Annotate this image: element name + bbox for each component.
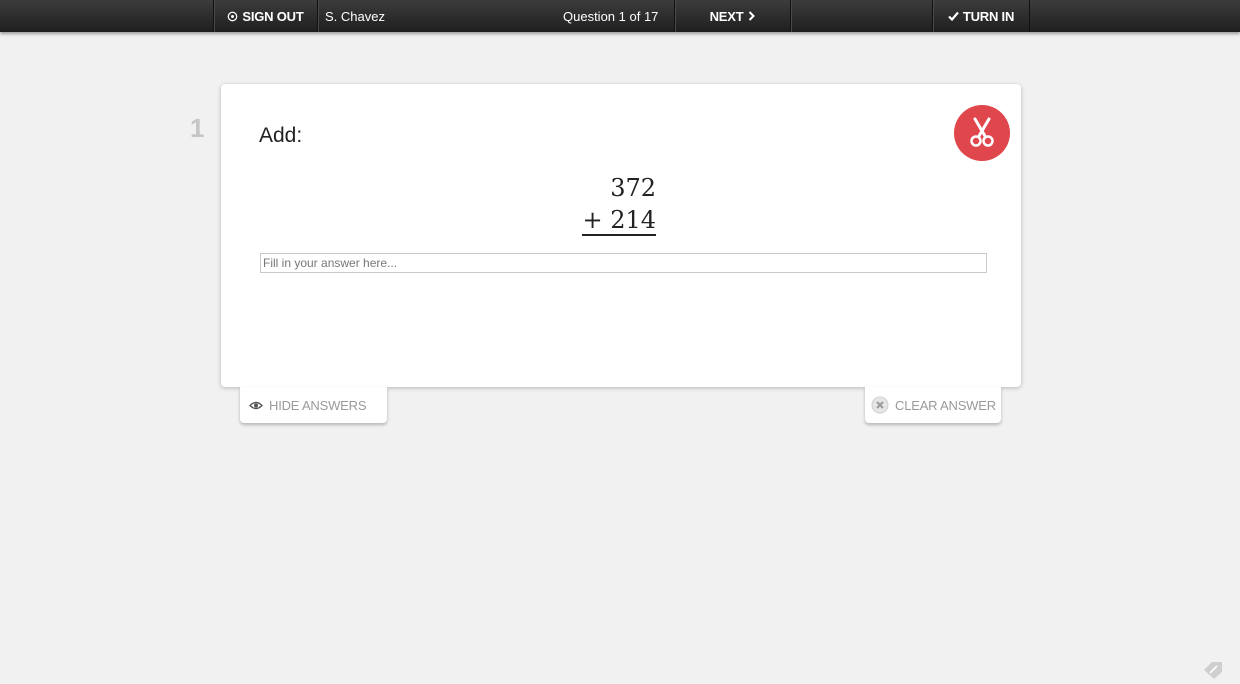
question-prompt: Add: <box>259 124 303 147</box>
student-name: S. Chavez <box>325 8 385 24</box>
question-counter: Question 1 of 17 <box>563 8 659 24</box>
addend-top: 372 <box>610 174 656 202</box>
sign-out-button[interactable]: SIGN OUT <box>213 0 317 32</box>
sign-out-label: SIGN OUT <box>242 8 304 24</box>
chevron-right-icon <box>748 11 756 21</box>
hide-answers-button[interactable]: HIDE ANSWERS <box>240 387 387 423</box>
x-circle-icon <box>871 396 889 414</box>
question-number: 1 <box>190 113 205 143</box>
student-info: S. Chavez Question 1 of 17 <box>317 0 674 32</box>
hide-answers-label: HIDE ANSWERS <box>269 397 367 413</box>
question-card: Add: 372 + 214 <box>221 84 1021 387</box>
toolbar-spacer <box>790 0 932 32</box>
power-icon <box>227 11 238 22</box>
pencil-tag-icon[interactable] <box>1202 660 1224 684</box>
next-label: NEXT <box>709 8 744 24</box>
answer-input[interactable] <box>260 253 987 273</box>
top-toolbar: SIGN OUT S. Chavez Question 1 of 17 NEXT… <box>0 0 1240 32</box>
next-button[interactable]: NEXT <box>674 0 790 32</box>
addend-bottom: + 214 <box>582 206 656 236</box>
cut-button[interactable] <box>954 105 1010 161</box>
clear-answer-label: CLEAR ANSWER <box>895 397 996 413</box>
checkmark-icon <box>948 11 959 21</box>
clear-answer-button[interactable]: CLEAR ANSWER <box>865 387 1001 423</box>
turn-in-button[interactable]: TURN IN <box>932 0 1030 32</box>
addition-problem: 372 + 214 <box>576 172 656 236</box>
scissors-icon <box>970 117 994 147</box>
eye-icon <box>249 401 263 409</box>
turn-in-label: TURN IN <box>962 8 1015 24</box>
